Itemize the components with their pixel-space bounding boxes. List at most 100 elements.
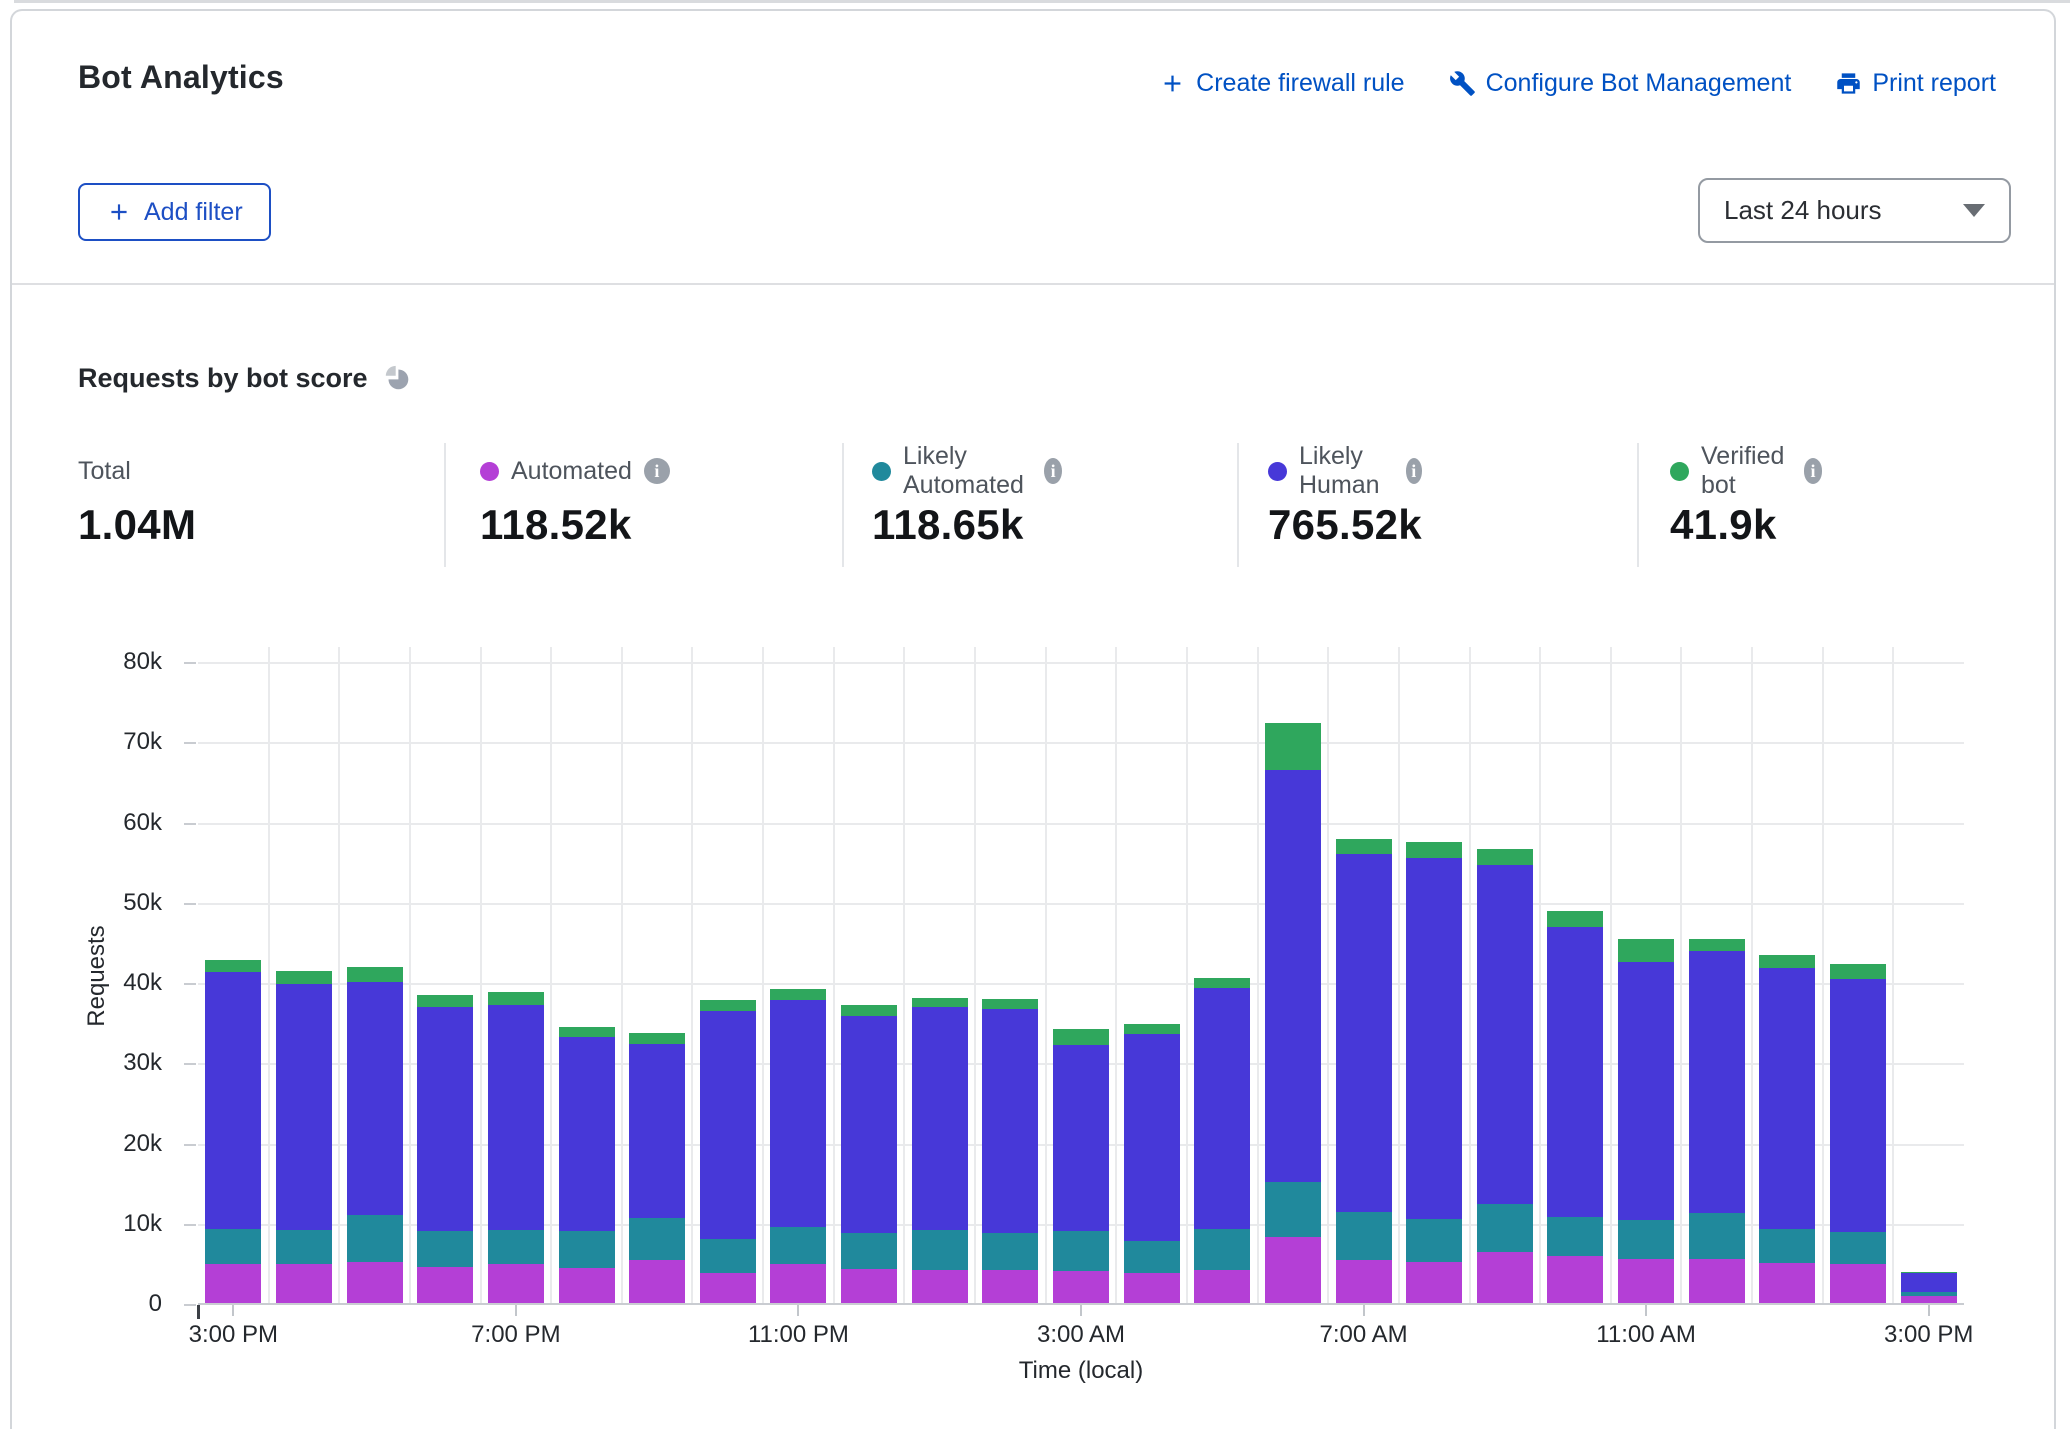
bar-segment-verified-bot[interactable]: [982, 999, 1038, 1009]
bar-segment-likely-automated[interactable]: [1124, 1241, 1180, 1273]
bar-segment-verified-bot[interactable]: [700, 1000, 756, 1011]
bar-segment-likely-automated[interactable]: [1759, 1229, 1815, 1263]
bar-segment-automated[interactable]: [912, 1270, 968, 1303]
bar-segment-likely-human[interactable]: [841, 1016, 897, 1233]
bar-segment-likely-human[interactable]: [1901, 1273, 1957, 1292]
add-filter-button[interactable]: Add filter: [78, 183, 271, 241]
bar-segment-verified-bot[interactable]: [770, 989, 826, 999]
bar-segment-automated[interactable]: [1477, 1252, 1533, 1303]
bar-segment-likely-human[interactable]: [205, 972, 261, 1229]
bar-segment-likely-automated[interactable]: [629, 1218, 685, 1260]
bar-segment-likely-automated[interactable]: [1406, 1219, 1462, 1262]
bar-segment-likely-automated[interactable]: [841, 1233, 897, 1268]
bar-segment-likely-automated[interactable]: [982, 1233, 1038, 1270]
bar-segment-automated[interactable]: [205, 1264, 261, 1303]
print-report-link[interactable]: Print report: [1835, 69, 1996, 98]
bar-segment-likely-human[interactable]: [1406, 858, 1462, 1218]
bar-segment-likely-human[interactable]: [1759, 968, 1815, 1229]
bar-segment-likely-automated[interactable]: [770, 1227, 826, 1264]
bar-segment-likely-human[interactable]: [1194, 988, 1250, 1229]
bar-segment-automated[interactable]: [276, 1264, 332, 1303]
bar-segment-verified-bot[interactable]: [1406, 842, 1462, 858]
bar-segment-automated[interactable]: [982, 1270, 1038, 1303]
bar-segment-verified-bot[interactable]: [559, 1027, 615, 1037]
bar-segment-automated[interactable]: [488, 1264, 544, 1303]
time-range-select[interactable]: Last 24 hours: [1698, 178, 2011, 243]
bar-segment-likely-automated[interactable]: [1336, 1212, 1392, 1259]
bar-segment-likely-human[interactable]: [276, 984, 332, 1230]
bar-segment-likely-automated[interactable]: [417, 1231, 473, 1267]
bar-segment-verified-bot[interactable]: [276, 971, 332, 985]
bar-segment-automated[interactable]: [1689, 1259, 1745, 1303]
info-icon[interactable]: i: [1804, 458, 1823, 484]
bar-segment-verified-bot[interactable]: [417, 995, 473, 1007]
bar-segment-automated[interactable]: [1901, 1296, 1957, 1303]
bar-segment-automated[interactable]: [1830, 1264, 1886, 1303]
bar-segment-automated[interactable]: [417, 1267, 473, 1303]
bar-segment-automated[interactable]: [841, 1269, 897, 1304]
bar-segment-automated[interactable]: [1618, 1259, 1674, 1303]
bar-segment-likely-human[interactable]: [700, 1011, 756, 1239]
bar-segment-likely-human[interactable]: [629, 1044, 685, 1218]
bar-segment-likely-human[interactable]: [1336, 854, 1392, 1212]
bar-segment-verified-bot[interactable]: [1477, 849, 1533, 865]
bar-segment-verified-bot[interactable]: [1265, 723, 1321, 770]
bar-segment-likely-human[interactable]: [912, 1007, 968, 1230]
bar-segment-likely-human[interactable]: [1477, 865, 1533, 1204]
bar-segment-likely-human[interactable]: [982, 1009, 1038, 1233]
bar-segment-automated[interactable]: [629, 1260, 685, 1303]
bar-segment-likely-human[interactable]: [770, 1000, 826, 1227]
bar-segment-likely-human[interactable]: [1689, 951, 1745, 1213]
bar-segment-automated[interactable]: [1194, 1270, 1250, 1303]
bar-segment-verified-bot[interactable]: [1759, 955, 1815, 969]
configure-bot-management-link[interactable]: Configure Bot Management: [1449, 69, 1792, 98]
bar-segment-automated[interactable]: [700, 1273, 756, 1303]
bar-segment-likely-automated[interactable]: [1265, 1182, 1321, 1237]
bar-segment-verified-bot[interactable]: [1194, 978, 1250, 988]
bar-segment-likely-human[interactable]: [1053, 1045, 1109, 1231]
bar-segment-automated[interactable]: [347, 1262, 403, 1303]
bar-segment-likely-human[interactable]: [1124, 1034, 1180, 1241]
bar-segment-automated[interactable]: [559, 1268, 615, 1303]
bar-segment-automated[interactable]: [770, 1264, 826, 1303]
bar-segment-likely-human[interactable]: [1265, 770, 1321, 1182]
info-icon[interactable]: i: [644, 458, 670, 484]
bar-segment-verified-bot[interactable]: [1124, 1024, 1180, 1034]
bar-segment-likely-automated[interactable]: [1477, 1204, 1533, 1251]
bar-segment-likely-human[interactable]: [347, 982, 403, 1215]
bar-segment-verified-bot[interactable]: [1053, 1029, 1109, 1044]
bar-segment-automated[interactable]: [1053, 1271, 1109, 1303]
bar-segment-verified-bot[interactable]: [912, 998, 968, 1007]
bar-segment-verified-bot[interactable]: [1830, 964, 1886, 979]
bar-segment-likely-automated[interactable]: [559, 1231, 615, 1268]
bar-segment-verified-bot[interactable]: [1547, 911, 1603, 927]
bar-segment-likely-automated[interactable]: [700, 1239, 756, 1274]
bar-segment-likely-automated[interactable]: [1618, 1220, 1674, 1259]
bar-segment-verified-bot[interactable]: [205, 960, 261, 972]
bar-segment-verified-bot[interactable]: [488, 992, 544, 1005]
bar-segment-likely-human[interactable]: [1618, 962, 1674, 1220]
bar-segment-automated[interactable]: [1547, 1256, 1603, 1303]
bar-segment-likely-automated[interactable]: [1053, 1231, 1109, 1271]
bar-segment-likely-automated[interactable]: [1194, 1229, 1250, 1270]
bar-segment-likely-automated[interactable]: [205, 1229, 261, 1264]
bar-segment-automated[interactable]: [1265, 1237, 1321, 1303]
bar-segment-likely-automated[interactable]: [1830, 1232, 1886, 1264]
bar-segment-likely-automated[interactable]: [276, 1230, 332, 1265]
bar-segment-likely-automated[interactable]: [1689, 1213, 1745, 1259]
bar-segment-likely-automated[interactable]: [488, 1230, 544, 1264]
info-icon[interactable]: i: [1406, 458, 1422, 484]
bar-segment-likely-automated[interactable]: [912, 1230, 968, 1270]
bar-segment-likely-automated[interactable]: [347, 1215, 403, 1262]
info-icon[interactable]: i: [1044, 458, 1062, 484]
bar-segment-likely-human[interactable]: [1830, 979, 1886, 1232]
create-firewall-rule-link[interactable]: Create firewall rule: [1159, 69, 1404, 98]
bar-segment-automated[interactable]: [1336, 1260, 1392, 1303]
bar-segment-verified-bot[interactable]: [841, 1005, 897, 1015]
bar-segment-likely-human[interactable]: [417, 1007, 473, 1231]
bar-segment-verified-bot[interactable]: [1336, 839, 1392, 854]
bar-segment-verified-bot[interactable]: [1618, 939, 1674, 962]
bar-segment-verified-bot[interactable]: [347, 967, 403, 982]
bar-segment-likely-automated[interactable]: [1901, 1292, 1957, 1296]
bar-segment-automated[interactable]: [1124, 1273, 1180, 1303]
